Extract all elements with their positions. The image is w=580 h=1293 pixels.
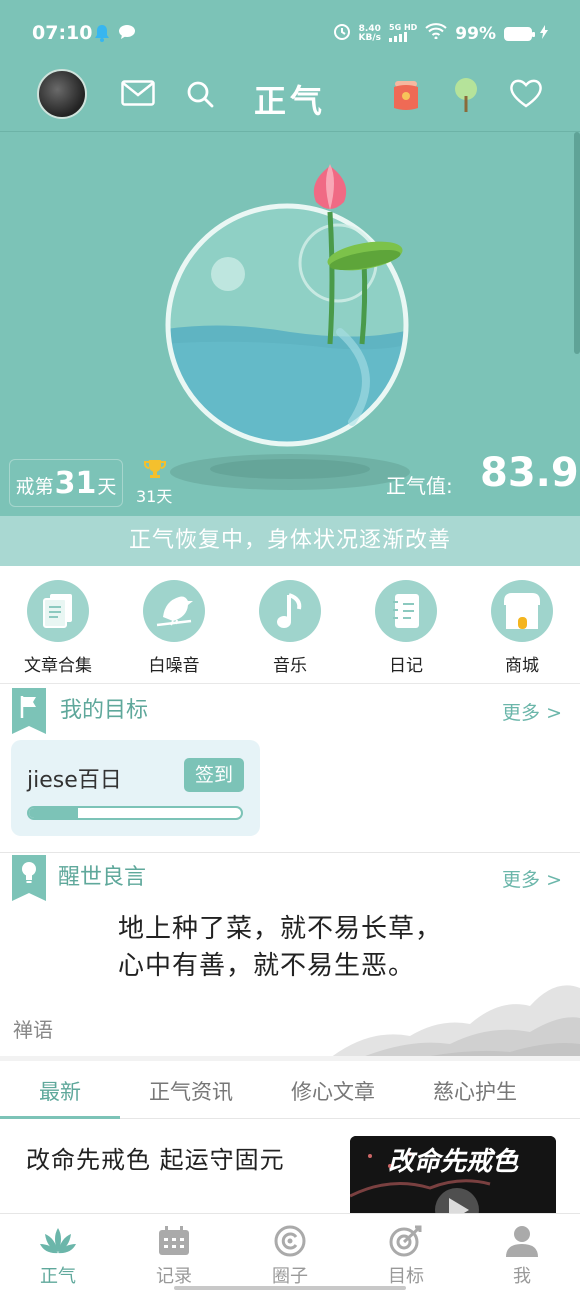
speed-unit: KB/s	[358, 32, 382, 43]
nav-records[interactable]: 记录	[116, 1214, 232, 1293]
streak-days: 31	[54, 466, 97, 501]
quick-item-label: 音乐	[273, 656, 307, 676]
quick-item-shop[interactable]: 商城	[464, 566, 580, 683]
nav-label: 圈子	[272, 1266, 308, 1287]
tab-news[interactable]: 正气资讯	[120, 1061, 262, 1118]
checkin-button[interactable]: 签到	[184, 758, 244, 792]
thumb-text: 改命先戒色	[388, 1147, 519, 1177]
quote-line-2: 心中有善，就不易生恶。	[118, 951, 416, 981]
bottom-nav: 正气 记录 圈子 目标 我	[0, 1213, 580, 1293]
article-title: 改命先戒色 起运守固元	[26, 1146, 285, 1174]
battery-icon	[504, 26, 535, 41]
article-item[interactable]: 改命先戒色 起运守固元 改命先戒色	[0, 1120, 580, 1232]
quotes-title: 醒世良言	[58, 865, 147, 890]
article-tabs: 最新 正气资讯 修心文章 慈心护生	[0, 1061, 580, 1119]
home-indicator[interactable]	[174, 1286, 406, 1290]
shop-icon	[491, 580, 553, 642]
goals-title: 我的目标	[60, 698, 149, 723]
nav-label: 我	[513, 1266, 531, 1287]
goals-more-link[interactable]: 更多 >	[502, 698, 562, 725]
nav-label: 正气	[40, 1266, 76, 1287]
quick-item-diary[interactable]: 日记	[348, 566, 464, 683]
calendar-icon	[116, 1224, 232, 1258]
tab-latest[interactable]: 最新	[0, 1061, 120, 1119]
streak-suffix: 天	[97, 476, 117, 498]
page-title: 正气	[253, 82, 326, 120]
quote-card[interactable]: 地上种了菜，就不易长草， 心中有善，就不易生恶。 禅语	[0, 898, 580, 1056]
nav-me[interactable]: 我	[464, 1214, 580, 1293]
person-icon	[464, 1224, 580, 1258]
red-envelope-icon[interactable]	[390, 78, 422, 116]
divider	[0, 852, 580, 853]
goals-header: 我的目标 更多 >	[0, 688, 580, 734]
flag-icon	[12, 688, 46, 734]
bell-icon	[94, 24, 110, 46]
signal-icon	[389, 31, 409, 44]
quote-category: 禅语	[13, 1018, 53, 1042]
chat-icon	[118, 24, 136, 46]
nav-circle[interactable]: 圈子	[232, 1214, 348, 1293]
quick-item-label: 白噪音	[148, 656, 200, 676]
network-type: 5G HD	[389, 22, 418, 32]
quick-menu: 文章合集 白噪音 音乐 日记 商城	[0, 566, 580, 684]
trophy-icon[interactable]	[144, 458, 166, 484]
goal-progress-fill	[29, 808, 78, 818]
quotes-header: 醒世良言 更多 >	[0, 855, 580, 901]
target-icon	[348, 1224, 464, 1258]
nav-label: 目标	[388, 1266, 424, 1287]
goal-name: jiese百日	[27, 768, 122, 793]
nav-zhengqi[interactable]: 正气	[0, 1214, 116, 1293]
lotus-icon	[0, 1224, 116, 1258]
quick-item-label: 商城	[505, 656, 539, 676]
document-icon	[27, 580, 89, 642]
battery-percent: 99%	[455, 23, 496, 44]
quick-item-music[interactable]: 音乐	[232, 566, 348, 683]
status-time: 07:10	[32, 22, 93, 44]
quick-item-white-noise[interactable]: 白噪音	[116, 566, 232, 683]
lightbulb-icon	[12, 855, 46, 901]
scrollbar[interactable]	[574, 132, 580, 354]
recovery-status: 正气恢复中，身体状况逐渐改善	[0, 516, 580, 566]
qi-label: 正气值:	[386, 474, 453, 498]
trophy-days: 31天	[136, 487, 173, 506]
music-note-icon	[259, 580, 321, 642]
streak-prefix: 戒第	[15, 476, 54, 498]
circle-icon	[232, 1224, 348, 1258]
goal-progress-bar	[27, 806, 243, 820]
quotes-more-link[interactable]: 更多 >	[502, 865, 562, 892]
tab-animal-care[interactable]: 慈心护生	[404, 1061, 546, 1118]
nav-goals[interactable]: 目标	[348, 1214, 464, 1293]
quick-item-label: 文章合集	[24, 656, 92, 676]
header-area: 07:10 8.40 KB/s 5G HD 99% 正气 戒第 31 天 31天…	[0, 0, 580, 565]
alarm-icon	[333, 22, 351, 45]
notebook-icon	[375, 580, 437, 642]
nav-label: 记录	[156, 1266, 192, 1287]
quick-item-label: 日记	[389, 656, 423, 676]
bird-icon	[143, 580, 205, 642]
quote-line-1: 地上种了菜，就不易长草，	[118, 914, 443, 944]
goal-card[interactable]: jiese百日 签到	[11, 740, 260, 836]
app-bar: 正气	[0, 66, 580, 132]
status-bar: 07:10 8.40 KB/s 5G HD 99%	[0, 0, 580, 66]
heart-icon[interactable]	[509, 78, 543, 112]
quick-item-articles[interactable]: 文章合集	[0, 566, 116, 683]
charging-icon	[540, 24, 548, 44]
qi-value: 83.9	[480, 450, 579, 496]
streak-badge[interactable]: 戒第 31 天	[9, 459, 123, 507]
tab-articles[interactable]: 修心文章	[262, 1061, 404, 1118]
wifi-icon	[425, 23, 447, 44]
tree-icon[interactable]	[453, 76, 479, 118]
